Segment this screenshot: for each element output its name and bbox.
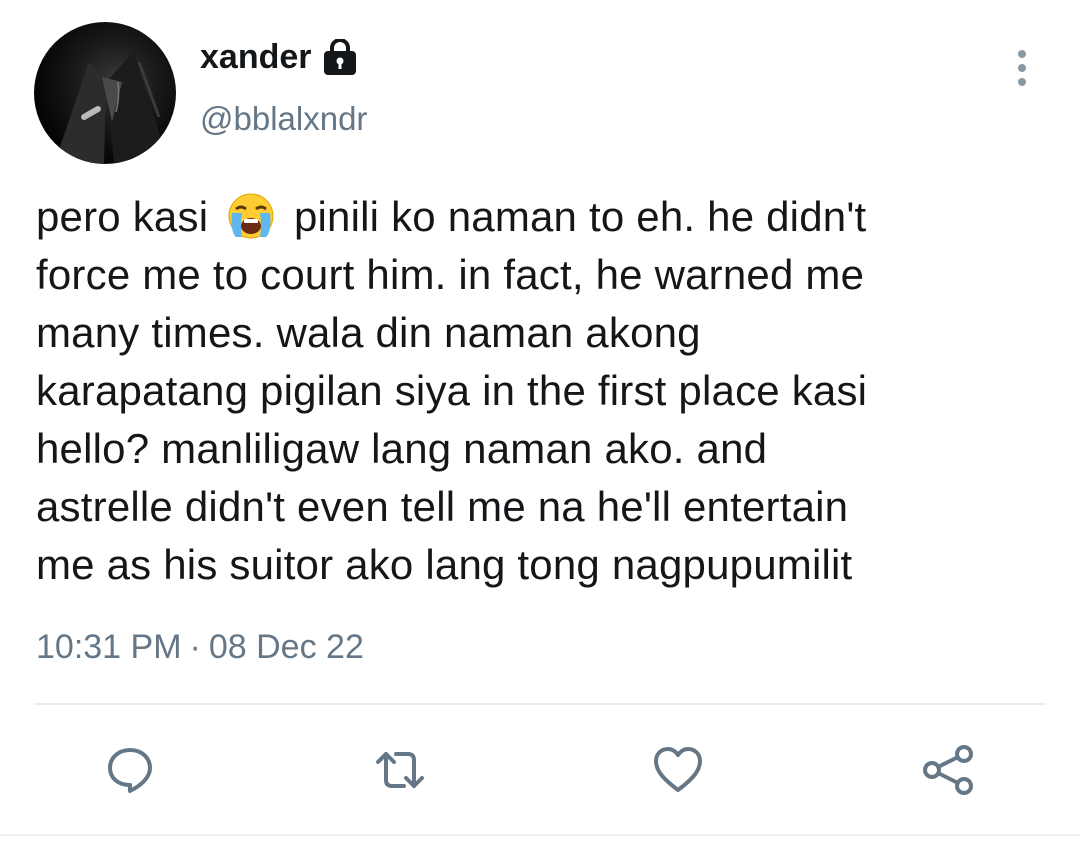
tweet-timestamp[interactable]: 10:31 PM · 08 Dec 22 — [36, 628, 364, 667]
tweet-text-segment: pinili ko naman to eh. he didn't — [282, 193, 867, 240]
tweet-text-line: hello? manliligaw lang naman ako. and — [36, 425, 768, 472]
tweet-text-line: karapatang pigilan siya in the first pla… — [36, 367, 868, 414]
tweet-text-line: force me to court him. in fact, he warne… — [36, 251, 865, 298]
tweet-time: 10:31 PM — [36, 628, 182, 666]
tweet-date: 08 Dec 22 — [208, 628, 364, 666]
loudly-crying-face-icon — [224, 191, 278, 241]
display-name[interactable]: xander — [200, 38, 312, 77]
share-icon — [923, 745, 973, 795]
tweet-text-line: pero kasi pinili ko naman to eh. he didn… — [36, 188, 1046, 246]
retweet-button[interactable] — [370, 740, 430, 800]
user-name-row: xander — [200, 37, 358, 77]
share-button[interactable] — [918, 740, 978, 800]
more-options-icon[interactable] — [1010, 48, 1034, 88]
tweet-text-line: astrelle didn't even tell me na he'll en… — [36, 483, 849, 530]
tweet-text-line: me as his suitor ako lang tong nagpupumi… — [36, 541, 853, 588]
reply-icon — [108, 748, 152, 793]
tweet-text: pero kasi pinili ko naman to eh. he didn… — [36, 188, 1046, 594]
tweet-card: xander @bblalxndr pero kasi pinili ko na… — [0, 0, 1080, 841]
divider — [34, 703, 1046, 705]
retweet-icon — [376, 752, 424, 788]
tweet-text-segment: pero kasi — [36, 193, 221, 240]
avatar[interactable] — [34, 22, 176, 164]
profile-photo-icon — [54, 52, 169, 164]
like-button[interactable] — [648, 740, 708, 800]
reply-button[interactable] — [100, 740, 160, 800]
like-icon — [654, 747, 702, 792]
tweet-text-line: many times. wala din naman akong — [36, 309, 701, 356]
bottom-divider — [0, 834, 1080, 836]
tweet-actions-bar — [0, 740, 1080, 800]
user-handle[interactable]: @bblalxndr — [200, 100, 367, 138]
lock-icon — [322, 37, 358, 77]
timestamp-separator: · — [189, 628, 201, 666]
